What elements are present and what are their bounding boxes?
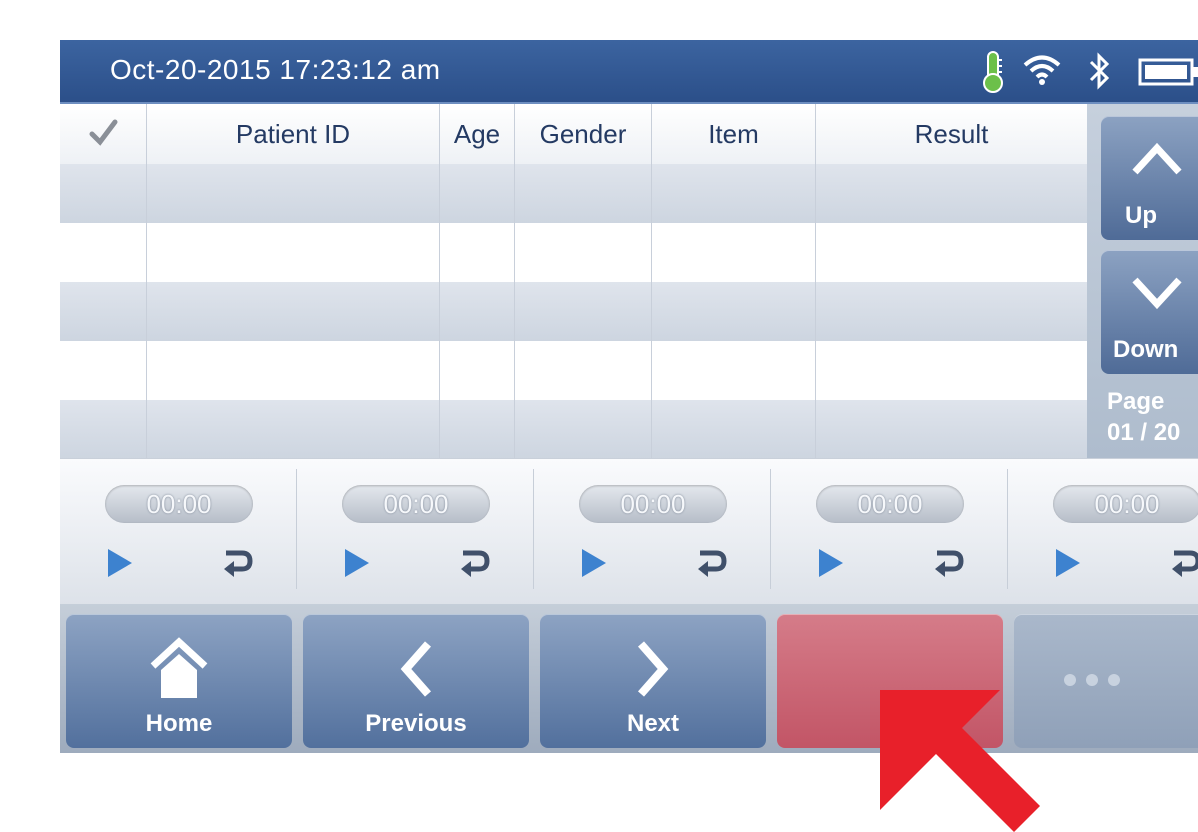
table-row[interactable]: [60, 341, 1087, 400]
reset-icon[interactable]: [931, 547, 965, 579]
table-row[interactable]: [60, 223, 1087, 282]
chevron-down-icon: [1132, 277, 1182, 310]
page-down-button[interactable]: Down: [1101, 250, 1198, 374]
chevron-up-icon: [1132, 142, 1182, 175]
timer-display: 00:00: [342, 485, 490, 523]
device-screen: Oct-20-2015 17:23:12 am Patient ID Age G…: [60, 40, 1198, 753]
play-icon[interactable]: [580, 547, 608, 579]
timer-display: 00:00: [579, 485, 727, 523]
column-divider: [514, 104, 515, 458]
reset-icon[interactable]: [1168, 547, 1198, 579]
col-gender[interactable]: Gender: [515, 104, 651, 164]
chevron-left-icon: [400, 641, 432, 697]
page-up-label: Up: [1125, 202, 1157, 229]
home-label: Home: [145, 710, 213, 737]
play-icon[interactable]: [106, 547, 134, 579]
table-row[interactable]: [60, 282, 1087, 341]
col-result[interactable]: Result: [816, 104, 1087, 164]
reset-icon[interactable]: [694, 547, 728, 579]
col-item[interactable]: Item: [652, 104, 815, 164]
thermometer-icon: [980, 50, 1006, 99]
home-button[interactable]: Home: [66, 614, 292, 748]
select-all-checkmark[interactable]: [78, 104, 128, 164]
play-icon[interactable]: [1054, 547, 1082, 579]
table-header: Patient ID Age Gender Item Result: [60, 104, 1087, 164]
pagination-panel: Up Down Page 01 / 20: [1087, 104, 1198, 458]
column-divider: [815, 104, 816, 458]
next-label: Next: [626, 710, 680, 737]
play-icon[interactable]: [343, 547, 371, 579]
timer-slot: 00:00: [534, 459, 771, 605]
page-indicator: Page 01 / 20: [1107, 386, 1180, 448]
next-button[interactable]: Next: [540, 614, 766, 748]
timer-slot: 00:00: [771, 459, 1008, 605]
col-age[interactable]: Age: [440, 104, 514, 164]
timer-display: 00:00: [1053, 485, 1198, 523]
previous-label: Previous: [365, 710, 467, 737]
column-divider: [651, 104, 652, 458]
battery-icon: [1138, 58, 1198, 91]
status-bar: Oct-20-2015 17:23:12 am: [60, 40, 1198, 104]
page-up-button[interactable]: Up: [1101, 116, 1198, 240]
wifi-icon: [1022, 54, 1062, 91]
table-row[interactable]: [60, 400, 1087, 459]
timer-display: 00:00: [816, 485, 964, 523]
page-value: 01 / 20: [1107, 419, 1181, 446]
timer-slot: 00:00: [1008, 459, 1198, 605]
page-label: Page: [1107, 388, 1165, 415]
red-arrow-pointer-icon: [880, 690, 1040, 832]
play-icon[interactable]: [817, 547, 845, 579]
col-patient-id[interactable]: Patient ID: [147, 104, 439, 164]
timer-slot: 00:00: [297, 459, 534, 605]
ellipsis-icon: [1064, 674, 1120, 686]
bluetooth-icon: [1088, 52, 1112, 95]
reset-icon[interactable]: [220, 547, 254, 579]
table-row[interactable]: [60, 164, 1087, 223]
reset-icon[interactable]: [457, 547, 491, 579]
column-divider: [439, 104, 440, 458]
datetime-label: Oct-20-2015 17:23:12 am: [110, 54, 441, 85]
timer-slot: 00:00: [60, 459, 297, 605]
patient-table: Patient ID Age Gender Item Result: [60, 104, 1087, 459]
chevron-right-icon: [637, 641, 669, 697]
home-icon: [150, 637, 208, 698]
page-down-label: Down: [1113, 336, 1179, 363]
timer-display: 00:00: [105, 485, 253, 523]
column-divider: [146, 104, 147, 458]
previous-button[interactable]: Previous: [303, 614, 529, 748]
timer-strip: 00:00 00:00 00:00 00:00 00:00: [60, 458, 1198, 605]
